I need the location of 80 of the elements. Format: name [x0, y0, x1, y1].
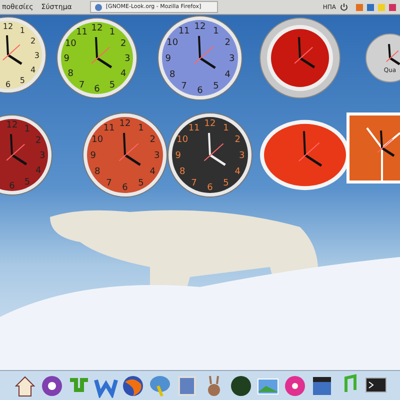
chat-bubble-icon[interactable] [148, 374, 172, 398]
home-icon[interactable] [12, 374, 36, 398]
flower-icon[interactable] [282, 374, 306, 398]
dial-number: 2 [30, 36, 36, 46]
dial-number: 12 [204, 119, 216, 130]
dial-number: 11 [103, 123, 115, 134]
clock-hands-icon [91, 37, 112, 68]
dial-number: 4 [150, 166, 156, 177]
dial-number: 9 [175, 151, 181, 161]
dial-number: 3 [154, 151, 160, 161]
dial-number: 12 [2, 22, 14, 32]
clock-hands-icon [6, 134, 28, 166]
dial-number: 12 [6, 120, 18, 131]
dial-number: 8 [94, 166, 100, 177]
dial-number: 4 [30, 65, 36, 74]
dial-number: 2 [35, 136, 42, 146]
dial-number: 1 [213, 26, 219, 36]
dial-number: 2 [120, 38, 126, 49]
dial-number: 6 [207, 182, 213, 193]
dial-number: 4 [224, 70, 230, 80]
clock-hands-icon [294, 37, 316, 68]
dial-number: 9 [64, 54, 70, 64]
dial-number: 9 [90, 151, 96, 161]
dial-number: 2 [150, 135, 156, 146]
dial-number: 1 [24, 124, 30, 135]
dial-number: 11 [76, 28, 88, 38]
dial-number: 5 [223, 178, 229, 189]
dial-number: 6 [122, 182, 128, 193]
dial-number: 1 [20, 26, 25, 35]
dial-number: 10 [64, 38, 76, 49]
dial-number: 7 [106, 178, 112, 189]
dial-number: 6 [5, 80, 11, 89]
clock-hands-icon [204, 132, 226, 166]
dial-number: 10 [166, 38, 178, 48]
dial-number: 8 [180, 166, 186, 177]
dial-number: 3 [40, 151, 46, 161]
clock-hands-icon [194, 36, 216, 69]
dial-number: 7 [191, 178, 197, 189]
dial-number: 6 [94, 84, 100, 94]
dial-number: 7 [78, 80, 85, 90]
dial-number: 1 [138, 123, 144, 134]
globe-icon[interactable] [120, 374, 144, 398]
dial-number: 11 [178, 26, 190, 36]
clock-hands-icon [377, 130, 395, 157]
power-icon[interactable] [340, 3, 348, 11]
clock-hands-icon [386, 44, 400, 66]
dial-number: 10 [176, 135, 188, 146]
dial-number: 4 [35, 166, 42, 176]
dial-number: 1 [223, 123, 229, 134]
clock-hands-icon [118, 132, 141, 166]
dial-number: 5 [20, 76, 25, 85]
dial-number: 5 [138, 178, 144, 189]
dial-number: 12 [119, 119, 131, 130]
dial-number: 3 [239, 151, 245, 161]
dial-number: 5 [109, 80, 116, 90]
dial-number: 1 [109, 28, 116, 38]
clock-hands-icon [298, 131, 322, 167]
dial-number: 12 [91, 24, 103, 34]
ball-icon[interactable] [228, 374, 252, 398]
dial-number: 8 [68, 69, 74, 80]
dial-number: 10 [92, 135, 104, 146]
dial-number: 2 [234, 135, 240, 146]
dial-number: 5 [213, 82, 219, 92]
dial-number: 3 [124, 54, 130, 64]
dial-number: 12 [194, 22, 206, 32]
clock-hands-icon [2, 35, 22, 65]
dial-number: 7 [181, 82, 187, 92]
dial-number: 6 [9, 181, 15, 192]
dial-number: 8 [170, 70, 176, 80]
dial-number: 4 [120, 69, 126, 80]
dial-number: 9 [165, 54, 171, 64]
dial-number: 5 [24, 177, 30, 188]
dial-number: 11 [188, 123, 200, 134]
dial-number: 3 [34, 51, 40, 60]
dial-number: 2 [224, 38, 230, 48]
dial-number: 4 [234, 166, 240, 177]
dial-number: 3 [229, 54, 235, 64]
disc-icon[interactable] [40, 374, 64, 398]
dial-number: 6 [197, 86, 203, 96]
globe-icon [94, 4, 102, 10]
